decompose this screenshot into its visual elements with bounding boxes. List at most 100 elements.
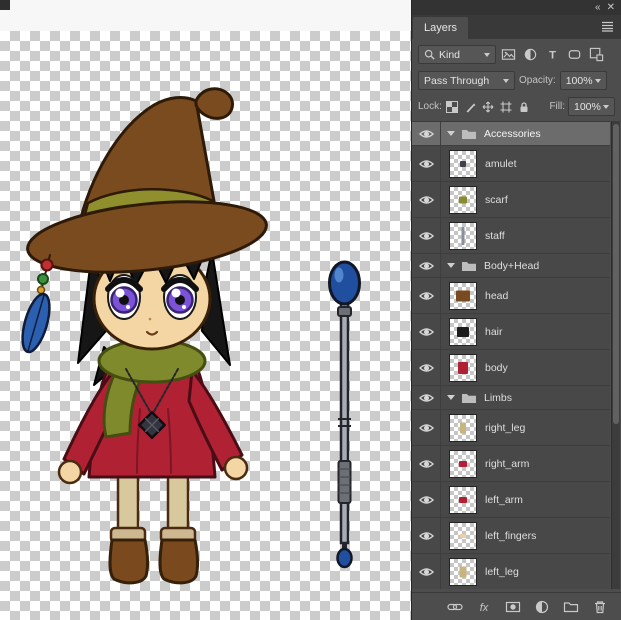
eye-icon [419,195,434,205]
layer-thumbnail[interactable] [450,223,476,249]
delete-layer-trash-icon[interactable] [592,599,608,615]
folder-icon [461,260,477,272]
visibility-toggle[interactable] [412,218,441,253]
layer-thumbnail[interactable] [450,523,476,549]
visibility-toggle[interactable] [412,518,441,553]
layer-thumbnail[interactable] [450,187,476,213]
group-row-Limbs[interactable]: Limbs [412,386,610,410]
blend-mode-value: Pass Through [424,75,489,87]
close-panel-icon[interactable]: ✕ [607,3,615,13]
layer-row-hair[interactable]: hair [412,314,610,350]
group-row-Accessories[interactable]: Accessories [412,122,610,146]
link-layers-icon[interactable] [447,599,463,615]
panel-footer: fx [412,592,621,620]
layer-row-left_leg[interactable]: left_leg [412,554,610,589]
layers-scrollbar[interactable] [611,121,620,589]
layer-thumbnail[interactable] [450,319,476,345]
group-row-Body+Head[interactable]: Body+Head [412,254,610,278]
opacity-label: Opacity: [519,75,556,86]
lock-position-move-icon[interactable] [481,99,496,115]
visibility-toggle[interactable] [412,122,441,145]
visibility-toggle[interactable] [412,146,441,181]
layer-row-left_arm[interactable]: left_arm [412,482,610,518]
layer-row-head[interactable]: head [412,278,610,314]
folder-icon [461,392,477,404]
chevron-down-icon [484,53,490,57]
fill-value-dropdown[interactable]: 100% [568,97,615,116]
expand-collapse-chevron-icon[interactable] [447,131,455,136]
new-adjustment-layer-icon[interactable] [534,599,550,615]
new-group-folder-icon[interactable] [563,599,579,615]
filter-adjustment-layers-icon[interactable] [520,45,540,64]
layer-row-staff[interactable]: staff [412,218,610,254]
visibility-toggle[interactable] [412,182,441,217]
visibility-toggle[interactable] [412,446,441,481]
filter-smart-objects-icon[interactable] [586,45,606,64]
expand-collapse-chevron-icon[interactable] [447,263,455,268]
right-eye [164,275,196,319]
layer-row-scarf[interactable]: scarf [412,182,610,218]
layer-style-fx-icon[interactable]: fx [476,599,492,615]
thumbnail-preview [459,497,467,503]
visibility-toggle[interactable] [412,350,441,385]
blend-mode-dropdown[interactable]: Pass Through [418,71,515,90]
visibility-toggle[interactable] [412,554,441,589]
lock-transparency-icon[interactable] [445,99,460,115]
visibility-toggle[interactable] [412,314,441,349]
search-icon [424,49,435,60]
canvas-area [0,0,411,620]
lock-all-padlock-icon[interactable] [517,99,532,115]
layer-name: right_arm [485,458,529,470]
thumbnail-preview [459,196,467,203]
layer-name: amulet [485,158,517,170]
layer-thumbnail[interactable] [450,559,476,585]
layer-row-body[interactable]: body [412,350,610,386]
lock-artboard-icon[interactable] [499,99,514,115]
filter-pixel-layers-icon[interactable] [498,45,518,64]
layer-name: hair [485,326,503,338]
visibility-toggle[interactable] [412,482,441,517]
panel-menu-icon[interactable] [601,21,614,32]
filter-type-layers-icon[interactable]: T [542,45,562,64]
layer-name: Limbs [484,392,512,404]
layers-panel: « ✕ Layers Kind T [411,0,621,620]
panel-titlebar: « ✕ [412,0,621,15]
eye-icon [419,567,434,577]
layer-thumbnail[interactable] [450,151,476,177]
tab-layers[interactable]: Layers [413,17,468,39]
layer-name: left_arm [485,494,523,506]
visibility-toggle[interactable] [412,386,441,409]
kind-filter-dropdown[interactable]: Kind [418,45,496,64]
filter-shape-layers-icon[interactable] [564,45,584,64]
chevron-down-icon [603,105,609,109]
layer-list: Accessories amulet scarfstaffBody+Headhead… [412,121,610,589]
scrollbar-thumb[interactable] [613,124,619,424]
layer-thumbnail[interactable] [450,451,476,477]
tab-label: Layers [424,22,457,34]
layer-row-amulet[interactable]: amulet [412,146,610,182]
panel-tab-strip: Layers [412,15,621,39]
eye-icon [419,363,434,373]
eye-icon [419,231,434,241]
fill-value: 100% [574,101,601,113]
eye-icon [419,459,434,469]
opacity-value-dropdown[interactable]: 100% [560,71,607,90]
document-canvas[interactable] [0,31,411,620]
add-layer-mask-icon[interactable] [505,599,521,615]
thumbnail-preview [460,161,466,167]
visibility-toggle[interactable] [412,278,441,313]
layer-row-left_fingers[interactable]: left_fingers [412,518,610,554]
expand-collapse-chevron-icon[interactable] [447,395,455,400]
eye-icon [419,291,434,301]
layer-thumbnail[interactable] [450,487,476,513]
layer-thumbnail[interactable] [450,415,476,441]
layer-row-right_leg[interactable]: right_leg [412,410,610,446]
visibility-toggle[interactable] [412,410,441,445]
visibility-toggle[interactable] [412,254,441,277]
lock-pixels-brush-icon[interactable] [463,99,478,115]
collapse-panel-icon[interactable]: « [595,3,601,13]
lock-label: Lock: [418,101,442,112]
layer-row-right_arm[interactable]: right_arm [412,446,610,482]
layer-thumbnail[interactable] [450,355,476,381]
layer-thumbnail[interactable] [450,283,476,309]
